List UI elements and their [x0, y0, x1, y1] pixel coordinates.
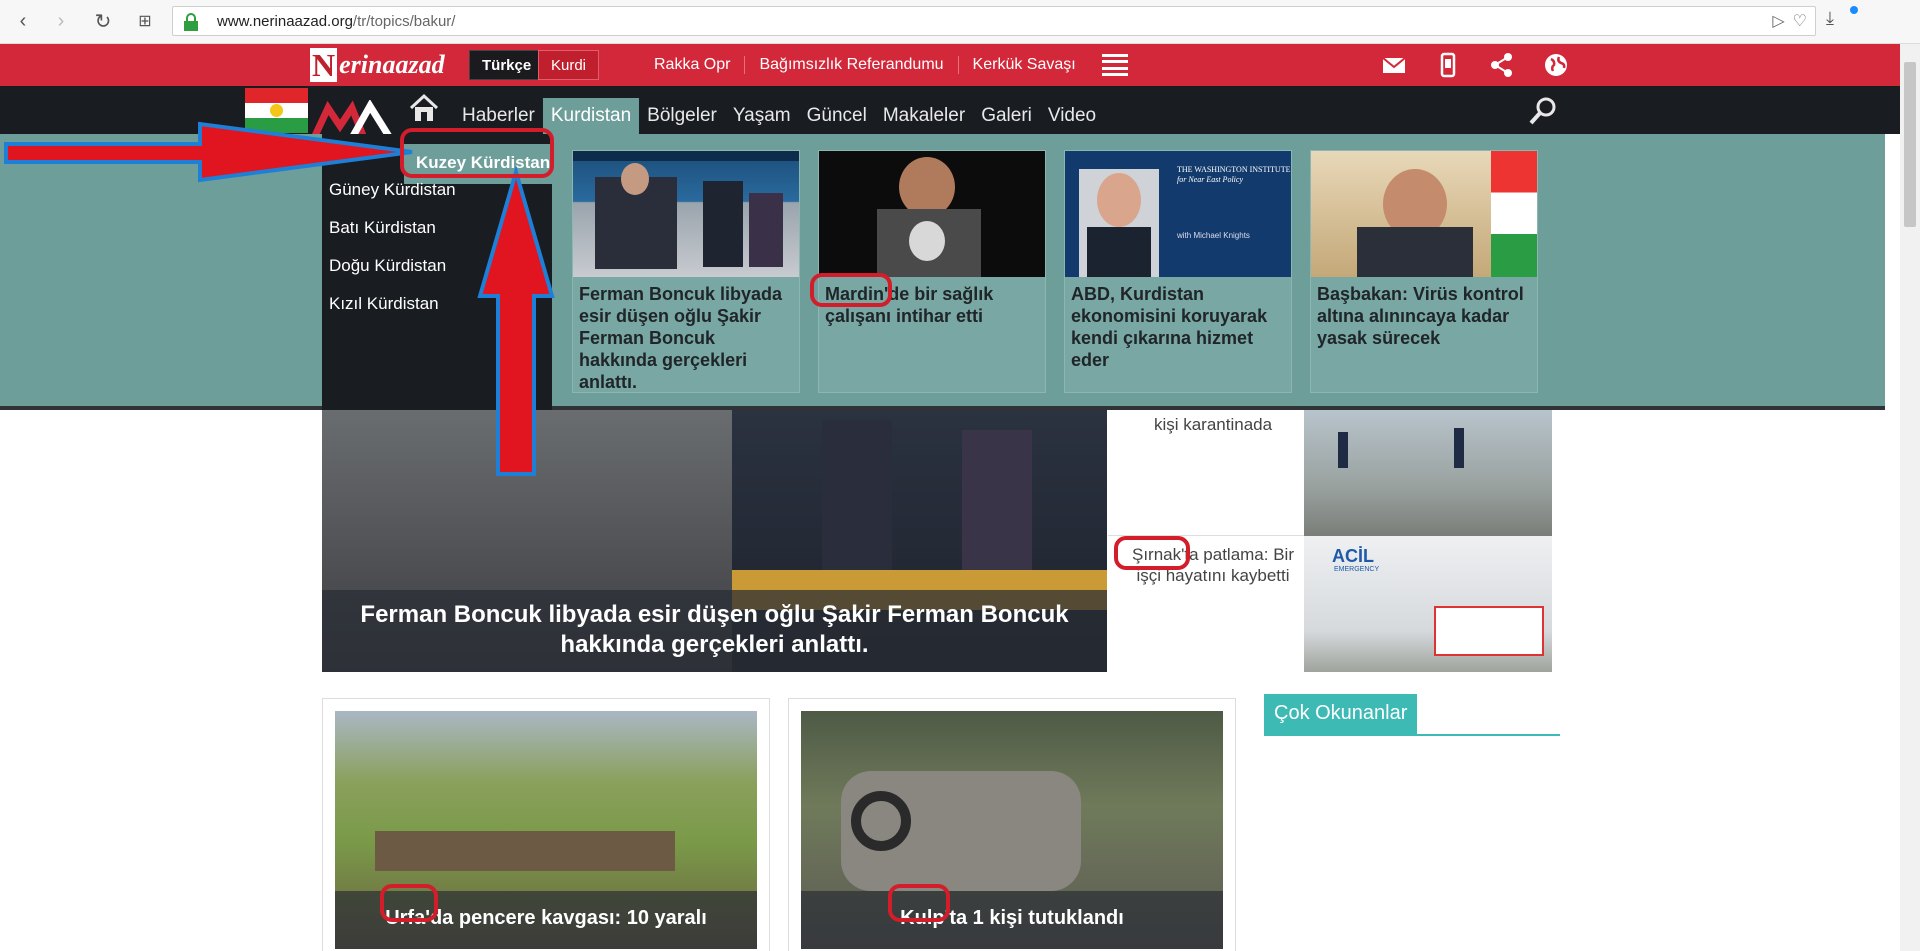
thumb-text: THE WASHINGTON INSTITUTE for Near East Po… [1177, 165, 1291, 184]
logo-letter: N [310, 47, 338, 83]
back-icon[interactable]: ‹ [10, 8, 36, 34]
home-icon[interactable] [408, 92, 440, 124]
kurdistan-submenu: Kuzey Kürdistan Güney Kürdistan Batı Kür… [322, 134, 554, 410]
news-image: Urfa'da pencere kavgası: 10 yaralı [335, 711, 757, 949]
send-icon[interactable]: ▷ [1772, 11, 1784, 31]
news-image: Kulp'ta 1 kişi tutuklandı [801, 711, 1223, 949]
side-news-image: ACİL EMERGENCY [1304, 536, 1552, 672]
mobile-icon[interactable] [1434, 51, 1462, 79]
browser-toolbar: ‹ › ↻ ⊞ www.nerinaazad.org/tr/topics/bak… [0, 0, 1920, 44]
nav-video[interactable]: Video [1040, 98, 1104, 134]
grid-icon[interactable]: ⊞ [132, 8, 158, 34]
menu-card[interactable]: Mardin'de bir sağlık çalışanı intihar et… [818, 150, 1046, 393]
submenu-bati-kurdistan[interactable]: Batı Kürdistan [329, 218, 436, 238]
address-bar[interactable]: www.nerinaazad.org/tr/topics/bakur/ ▷ ♡ [172, 6, 1816, 36]
nav-makaleler[interactable]: Makaleler [875, 98, 973, 134]
social-icons [1380, 48, 1570, 82]
news-card[interactable]: Kulp'ta 1 kişi tutuklandı [788, 698, 1236, 951]
logo-text: erinaazad [339, 50, 445, 79]
card-thumbnail [1311, 151, 1537, 277]
nav-bolgeler[interactable]: Bölgeler [639, 98, 725, 134]
most-read-header: Çok Okunanlar [1264, 694, 1560, 736]
browser-window: ‹ › ↻ ⊞ www.nerinaazad.org/tr/topics/bak… [0, 0, 1920, 951]
forward-icon[interactable]: › [48, 8, 74, 34]
card-title[interactable]: Başbakan: Virüs kontrol altına alınıncay… [1311, 277, 1537, 349]
reload-icon[interactable]: ↻ [90, 8, 116, 34]
side-news-text[interactable]: Şırnak'ta patlama: Bir işçi hayatını kay… [1128, 544, 1298, 586]
toplink-kerkuk[interactable]: Kerkük Savaşı [957, 56, 1090, 74]
page-scrollbar[interactable] [1900, 44, 1920, 951]
emergency-sign: EMERGENCY [1334, 566, 1380, 573]
nav-guncel[interactable]: Güncel [799, 98, 875, 134]
menu-card[interactable]: Başbakan: Virüs kontrol altına alınıncay… [1310, 150, 1538, 393]
side-news-image [1304, 410, 1552, 536]
submenu-kizil-kurdistan[interactable]: Kızıl Kürdistan [329, 294, 439, 314]
submenu-kuzey-kurdistan[interactable]: Kuzey Kürdistan [404, 144, 554, 184]
news-card[interactable]: Urfa'da pencere kavgası: 10 yaralı [322, 698, 770, 951]
side-news-item[interactable]: kişi karantinada [1108, 410, 1552, 536]
hamburger-menu-icon[interactable] [1102, 54, 1128, 76]
mail-icon[interactable] [1380, 51, 1408, 79]
menu-card[interactable]: THE WASHINGTON INSTITUTE for Near East Po… [1064, 150, 1292, 393]
nav-items: Haberler Kurdistan Bölgeler Yaşam Güncel… [454, 98, 1104, 134]
toplink-referandum[interactable]: Bağımsızlık Referandumu [744, 56, 957, 74]
site-logo[interactable]: N erinaazad [310, 48, 445, 82]
most-read-label: Çok Okunanlar [1264, 694, 1418, 734]
side-news-text[interactable]: kişi karantinada [1128, 414, 1298, 435]
card-title[interactable]: ABD, Kurdistan ekonomisini koruyarak ken… [1065, 277, 1291, 371]
lang-kurdi[interactable]: Kurdi [538, 50, 600, 80]
top-links: Rakka Opr Bağımsızlık Referandumu Kerkük… [640, 44, 1090, 86]
card-title[interactable]: Ferman Boncuk libyada esir düşen oğlu Şa… [573, 277, 799, 393]
nav-haberler[interactable]: Haberler [454, 98, 543, 134]
share-icon[interactable] [1488, 51, 1516, 79]
card-thumbnail: THE WASHINGTON INSTITUTE for Near East Po… [1065, 151, 1291, 277]
url-text: www.nerinaazad.org/tr/topics/bakur/ [217, 12, 456, 30]
card-thumbnail [573, 151, 799, 277]
nav-galeri[interactable]: Galeri [973, 98, 1040, 134]
side-news-item[interactable]: Şırnak'ta patlama: Bir işçi hayatını kay… [1108, 536, 1552, 672]
globe-icon[interactable] [1542, 51, 1570, 79]
submenu-guney-kurdistan[interactable]: Güney Kürdistan [329, 180, 456, 200]
hero-caption[interactable]: Ferman Boncuk libyada esir düşen oğlu Şa… [322, 590, 1107, 672]
nav-kurdistan[interactable]: Kurdistan [542, 98, 640, 134]
hero-slider[interactable]: Ferman Boncuk libyada esir düşen oğlu Şa… [322, 410, 1107, 672]
lock-icon [184, 13, 198, 31]
menu-card[interactable]: Ferman Boncuk libyada esir düşen oğlu Şa… [572, 150, 800, 393]
heart-icon[interactable]: ♡ [1793, 11, 1807, 31]
lang-turkce[interactable]: Türkçe [469, 50, 545, 80]
kurdistan-flag[interactable] [245, 88, 308, 133]
download-badge [1850, 6, 1858, 14]
submenu-dogu-kurdistan[interactable]: Doğu Kürdistan [329, 256, 446, 276]
acil-sign: ACİL [1332, 546, 1374, 566]
search-icon[interactable] [1528, 96, 1558, 126]
thumb-subtext: with Michael Knights [1177, 231, 1250, 240]
card-thumbnail [819, 151, 1045, 277]
news-caption[interactable]: Urfa'da pencere kavgası: 10 yaralı [335, 891, 757, 949]
url-actions: ▷ ♡ [1772, 11, 1807, 31]
download-icon[interactable]: ⤓ [1826, 6, 1858, 36]
scroll-thumb[interactable] [1904, 62, 1916, 227]
toplink-rakka[interactable]: Rakka Opr [640, 56, 744, 74]
card-title[interactable]: Mardin'de bir sağlık çalışanı intihar et… [819, 277, 1045, 327]
news-caption[interactable]: Kulp'ta 1 kişi tutuklandı [801, 891, 1223, 949]
nav-yasam[interactable]: Yaşam [725, 98, 799, 134]
